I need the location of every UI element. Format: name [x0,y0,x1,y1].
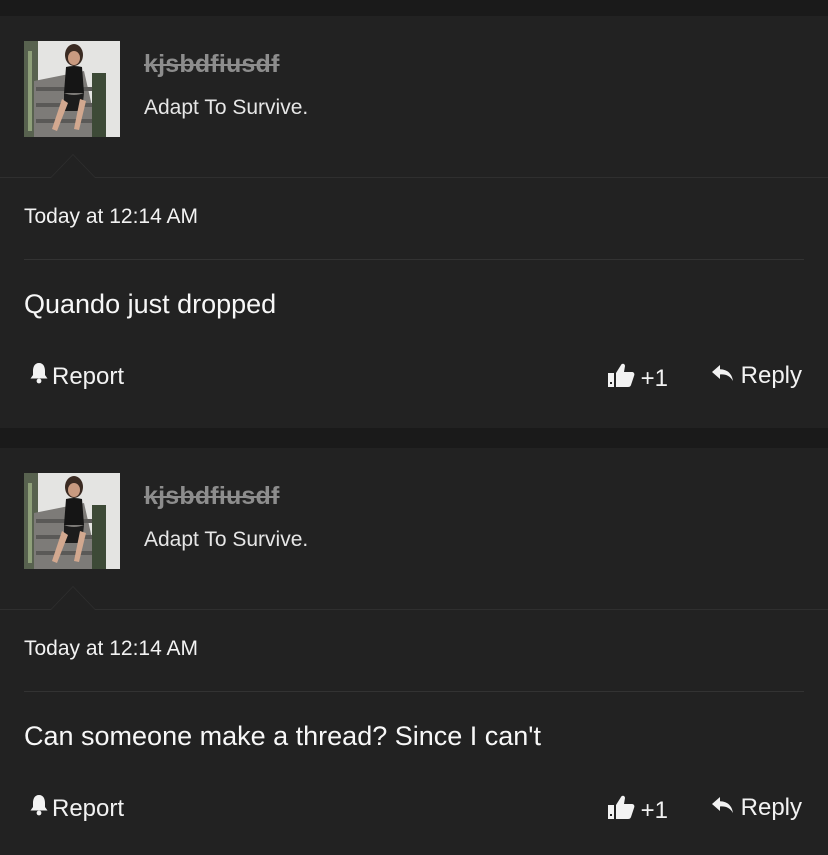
like-button[interactable]: +1 [607,794,668,827]
post-message: Can someone make a thread? Since I can't [24,721,541,751]
post: kjsbdfiusdf Adapt To Survive. Today at 1… [0,448,828,855]
thumbs-up-icon [607,362,641,395]
username[interactable]: kjsbdfiusdf [144,482,280,511]
thumbs-up-icon [607,794,641,827]
post-actions: Report +1 Reply [24,794,802,824]
report-button[interactable]: Report [29,362,124,391]
bell-icon [29,794,52,823]
post: kjsbdfiusdf Adapt To Survive. Today at 1… [0,16,828,428]
reply-label: Reply [740,362,802,389]
report-button[interactable]: Report [29,794,124,823]
post-message: Quando just dropped [24,289,277,319]
reply-button[interactable]: Reply [710,794,802,822]
post-header: kjsbdfiusdf Adapt To Survive. [0,16,828,178]
username[interactable]: kjsbdfiusdf [144,50,280,79]
user-title: Adapt To Survive. [144,96,309,119]
report-label: Report [52,362,125,390]
divider [24,259,804,260]
reply-button[interactable]: Reply [710,362,802,390]
header-pointer [50,586,96,610]
post-header: kjsbdfiusdf Adapt To Survive. [0,448,828,610]
report-label: Report [52,794,125,822]
like-button[interactable]: +1 [607,362,668,395]
like-count: +1 [640,796,668,824]
post-date[interactable]: Today at 12:14 AM [24,637,198,661]
avatar[interactable] [24,41,120,137]
bell-icon [29,362,52,391]
divider [24,691,804,692]
avatar[interactable] [24,473,120,569]
like-count: +1 [640,364,668,392]
post-actions: Report +1 Reply [24,362,802,392]
reply-label: Reply [740,794,802,821]
user-title: Adapt To Survive. [144,528,309,551]
header-pointer [50,154,96,178]
reply-arrow-icon [710,362,741,390]
reply-arrow-icon [710,794,741,822]
post-date[interactable]: Today at 12:14 AM [24,205,198,229]
